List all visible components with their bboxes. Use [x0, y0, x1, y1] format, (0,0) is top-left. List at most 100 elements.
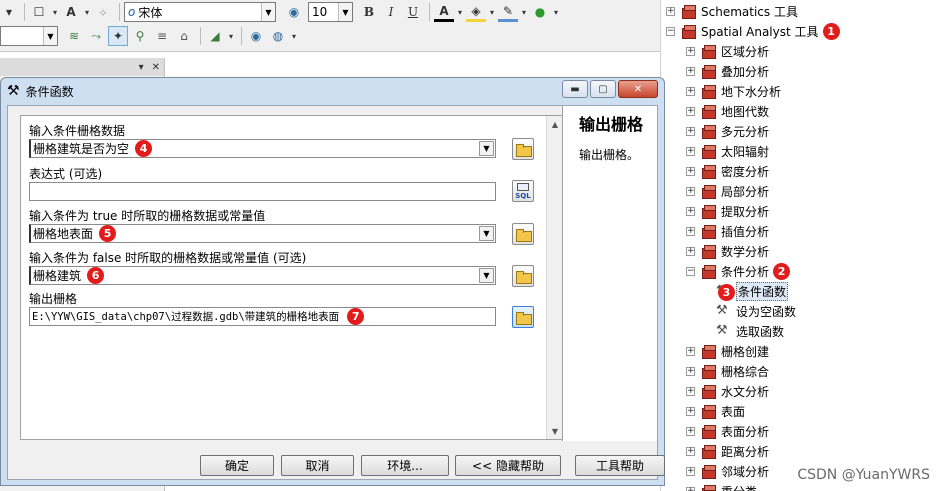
tree-item[interactable]: + 距离分析 — [686, 441, 769, 461]
line-of-sight-icon[interactable]: ⌂ — [174, 26, 194, 46]
expand-icon[interactable]: + — [686, 386, 695, 396]
help-globe-icon[interactable]: ◍ — [268, 26, 288, 46]
tree-item[interactable]: + 提取分析 — [686, 201, 769, 221]
tree-item[interactable]: + 地图代数 — [686, 101, 769, 121]
true-raster-select[interactable]: 栅格地表面 5 ▼ — [29, 224, 496, 243]
text-icon[interactable]: A — [61, 2, 81, 22]
expand-icon[interactable]: + — [686, 66, 695, 76]
profile-graph-icon[interactable]: ◢ — [205, 26, 225, 46]
tree-item[interactable]: + 多元分析 — [686, 121, 769, 141]
identify-icon[interactable]: ✦ — [108, 26, 128, 46]
globe-icon[interactable]: ◉ — [246, 26, 266, 46]
expand-icon[interactable]: + — [686, 106, 695, 116]
browse-button[interactable] — [512, 265, 534, 287]
browse-button[interactable] — [512, 306, 534, 328]
path-icon[interactable]: ⤳ — [86, 26, 106, 46]
tree-item[interactable]: + 太阳辐射 — [686, 141, 769, 161]
layer-select[interactable]: ▼ — [0, 26, 58, 46]
dropdown-chevron-icon[interactable]: ▾ — [456, 2, 464, 22]
italic-button[interactable]: I — [381, 2, 401, 22]
vertical-scrollbar[interactable]: ▲ ▼ — [546, 116, 563, 439]
tree-item[interactable]: + Schematics 工具 — [666, 1, 798, 21]
tree-item[interactable]: + 密度分析 — [686, 161, 769, 181]
output-raster-input[interactable]: E:\YYW\GIS_data\chp07\过程数据.gdb\带建筑的栅格地表面… — [29, 307, 496, 326]
tree-item[interactable]: − Spatial Analyst 工具 1 — [666, 21, 840, 41]
expand-icon[interactable]: + — [686, 406, 695, 416]
expand-icon[interactable]: + — [686, 126, 695, 136]
false-raster-select[interactable]: 栅格建筑 6 ▼ — [29, 266, 496, 285]
font-color-icon[interactable]: A — [434, 2, 454, 22]
scroll-down-icon[interactable]: ▼ — [547, 423, 563, 439]
expand-icon[interactable]: + — [686, 146, 695, 156]
minimize-button[interactable]: ▬ — [562, 80, 588, 98]
expression-input[interactable] — [29, 182, 496, 201]
expand-icon[interactable]: + — [666, 6, 675, 16]
hide-help-button[interactable]: << 隐藏帮助 — [455, 455, 561, 476]
cancel-button[interactable]: 取消 — [281, 455, 354, 476]
edit-vertices-icon[interactable]: ⟡ — [93, 2, 113, 22]
close-button[interactable]: ✕ — [618, 80, 658, 98]
tree-item[interactable]: + 重分类 — [686, 481, 757, 491]
tree-item[interactable]: + 栅格综合 — [686, 361, 769, 381]
ok-button[interactable]: 确定 — [200, 455, 274, 476]
expand-icon[interactable]: + — [686, 166, 695, 176]
fill-color-icon[interactable]: ◈ — [466, 2, 486, 22]
tree-item[interactable]: + 区域分析 — [686, 41, 769, 61]
browse-button[interactable] — [512, 138, 534, 160]
contour-icon[interactable]: ≡ — [152, 26, 172, 46]
tree-item[interactable]: + 表面分析 — [686, 421, 769, 441]
expand-icon[interactable]: + — [686, 366, 695, 376]
browse-button[interactable] — [512, 223, 534, 245]
close-icon[interactable]: ✕ — [152, 62, 160, 73]
tree-item[interactable]: ⚒条件函数3 — [716, 281, 789, 301]
dropdown-chevron-icon[interactable]: ▾ — [51, 2, 59, 22]
dropdown-chevron-icon[interactable]: ▾ — [83, 2, 91, 22]
dropdown-chevron-icon[interactable]: ▾ — [520, 2, 528, 22]
expand-icon[interactable]: + — [686, 206, 695, 216]
input-condition-select[interactable]: 栅格建筑是否为空 4 ▼ — [29, 139, 496, 158]
globe-icon[interactable]: ◉ — [284, 2, 304, 22]
dropdown-chevron-icon[interactable]: ▾ — [488, 2, 496, 22]
arrow-icon[interactable]: ▾ — [0, 2, 18, 22]
rectangle-icon[interactable]: ☐ — [29, 2, 49, 22]
pin-icon[interactable]: ▾ — [139, 62, 144, 73]
sql-button[interactable]: SQL — [512, 180, 534, 202]
expand-icon[interactable]: + — [686, 246, 695, 256]
tree-item[interactable]: + 邻域分析 — [686, 461, 769, 481]
tree-item[interactable]: + 插值分析 — [686, 221, 769, 241]
font-name-select[interactable]: o 宋体 ▼ — [124, 2, 276, 22]
tree-item[interactable]: + 局部分析 — [686, 181, 769, 201]
dropdown-chevron-icon[interactable]: ▾ — [290, 26, 298, 46]
steepest-path-icon[interactable]: ⚲ — [130, 26, 150, 46]
tree-item[interactable]: + 水文分析 — [686, 381, 769, 401]
expand-icon[interactable]: + — [686, 86, 695, 96]
maximize-button[interactable]: ▢ — [590, 80, 616, 98]
georef-icon[interactable]: ≋ — [64, 26, 84, 46]
expand-icon[interactable]: + — [686, 466, 695, 476]
tree-item[interactable]: + 数学分析 — [686, 241, 769, 261]
expand-icon[interactable]: + — [686, 46, 695, 56]
tool-help-button[interactable]: 工具帮助 — [575, 455, 665, 476]
tree-item[interactable]: ⚒ 选取函数 — [716, 321, 784, 341]
dropdown-chevron-icon[interactable]: ▾ — [552, 2, 560, 22]
tree-item[interactable]: ⚒ 设为空函数 — [716, 301, 796, 321]
expand-icon[interactable]: + — [686, 226, 695, 236]
line-color-icon[interactable]: ✎ — [498, 2, 518, 22]
expand-icon[interactable]: + — [686, 426, 695, 436]
expand-icon[interactable]: + — [686, 186, 695, 196]
tree-item[interactable]: + 栅格创建 — [686, 341, 769, 361]
expand-icon[interactable]: + — [686, 346, 695, 356]
tree-item[interactable]: + 表面 — [686, 401, 745, 421]
dropdown-chevron-icon[interactable]: ▾ — [227, 26, 235, 46]
tree-item[interactable]: − 条件分析 2 — [686, 261, 791, 281]
expand-icon[interactable]: + — [686, 486, 695, 491]
marker-color-icon[interactable]: ● — [530, 2, 550, 22]
collapse-icon[interactable]: − — [686, 266, 695, 276]
scroll-up-icon[interactable]: ▲ — [547, 116, 563, 132]
collapse-icon[interactable]: − — [666, 26, 675, 36]
tree-item[interactable]: + 叠加分析 — [686, 61, 769, 81]
underline-button[interactable]: U — [403, 2, 423, 22]
environments-button[interactable]: 环境... — [361, 455, 449, 476]
expand-icon[interactable]: + — [686, 446, 695, 456]
tree-item[interactable]: + 地下水分析 — [686, 81, 781, 101]
